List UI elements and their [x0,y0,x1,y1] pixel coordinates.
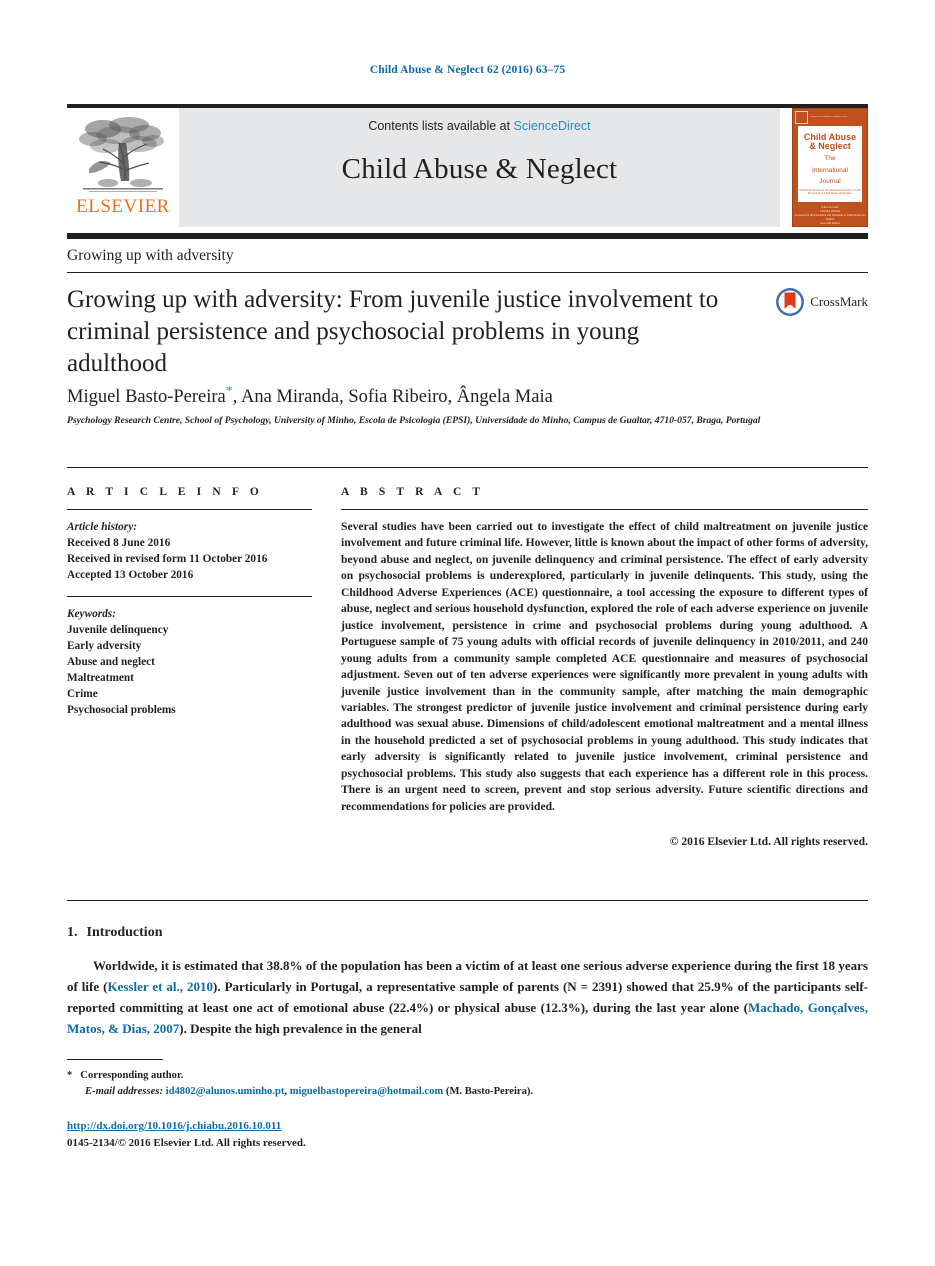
introduction-number: 1. [67,925,78,940]
email-note: E-mail addresses: id4802@alunos.uminho.p… [67,1084,807,1100]
citation-link-kessler[interactable]: Kessler et al., 2010 [107,979,213,994]
cover-volume-text: Volume 62 Number 1 January 2016 [810,115,847,118]
corresponding-author-marker[interactable]: * [226,384,233,399]
crossmark-label: CrossMark [810,294,868,309]
email-label: E-mail addresses: [85,1085,163,1097]
abstract-heading: A B S T R A C T [341,486,485,498]
email-owner: (M. Basto-Pereira). [443,1085,534,1097]
keyword-item: Juvenile delinquency [67,624,169,637]
keywords-label: Keywords: [67,608,116,621]
body-top-rule [67,900,868,901]
keyword-item: Maltreatment [67,672,134,685]
masthead-center: Contents lists available at ScienceDirec… [179,108,780,227]
section-divider-thick [67,233,868,239]
author-first: Miguel Basto-Pereira [67,387,226,408]
journal-article-page: Child Abuse & Neglect 62 (2016) 63–75 EL… [0,0,935,1266]
footnote-divider [67,1059,163,1060]
intro-text-part: ). Despite the high prevalence in the ge… [179,1021,422,1037]
keyword-item: Crime [67,688,98,701]
article-history-item: Accepted 13 October 2016 [67,569,194,582]
cover-subtitle-line2: International [812,166,848,174]
article-history-label: Article history: [67,521,137,533]
introduction-label: Introduction [86,925,163,940]
crossmark-badge[interactable]: CrossMark [775,287,868,317]
email-link-primary[interactable]: id4802@alunos.uminho.pt [166,1086,285,1097]
article-section-label: Growing up with adversity [67,247,234,264]
abstract-copyright: © 2016 Elsevier Ltd. All rights reserved… [669,835,868,849]
contents-prefix: Contents lists available at [368,119,514,133]
cover-micro-line: Official Publication of the Internationa… [799,188,861,196]
elsevier-wordmark: ELSEVIER [76,196,170,217]
elsevier-tree-icon [79,117,164,192]
introduction-heading: 1. Introduction [67,925,162,941]
issn-copyright-line: 0145-2134/© 2016 Elsevier Ltd. All right… [67,1137,306,1150]
footnote-star: * [67,1070,73,1081]
crossmark-icon [776,288,805,316]
abstract-column: A B S T R A C T Several studies have bee… [341,486,868,848]
authors-remaining: , Ana Miranda, Sofia Ribeiro, Ângela Mai… [232,387,553,408]
article-info-heading-rule [67,509,312,510]
abstract-text: Several studies have been carried out to… [341,520,868,813]
cover-subtitle-line3: Journal [819,177,841,185]
keyword-item: Abuse and neglect [67,656,155,669]
article-info-column: A R T I C L E I N F O Article history: R… [67,486,312,718]
running-head: Child Abuse & Neglect 62 (2016) 63–75 [369,64,566,76]
keyword-item: Psychosocial problems [67,704,176,717]
elsevier-logo: ELSEVIER [67,108,179,227]
abstract-top-rule [67,467,868,468]
journal-title: Child Abuse & Neglect [341,153,618,185]
author-list: Miguel Basto-Pereira*, Ana Miranda, Sofi… [67,384,553,408]
cover-elsevier-mark [795,110,808,124]
page-title: Growing up with adversity: From juvenile… [67,286,719,377]
article-info-heading: A R T I C L E I N F O [67,486,263,498]
cover-footer: Editor-in-Chief Christine Wekerle A Jour… [793,206,867,227]
contents-lists-line: Contents lists available at ScienceDirec… [368,119,590,133]
cover-title-panel: Child Abuse & Neglect The International … [798,126,862,202]
abstract-heading-rule [341,509,868,510]
journal-cover-thumbnail[interactable]: Volume 62 Number 1 January 2016 Child Ab… [792,108,868,227]
journal-masthead: ELSEVIER Contents lists available at Sci… [67,108,868,227]
cover-subtitle-line1: The [824,155,836,163]
footnote-block: * Corresponding author. E-mail addresses:… [67,1068,807,1100]
cover-title-line2: & Neglect [809,140,851,151]
introduction-paragraph: Worldwide, it is estimated that 38.8% of… [67,955,868,1039]
sciencedirect-link[interactable]: ScienceDirect [514,119,591,133]
article-history-item: Received in revised form 11 October 2016 [67,553,268,566]
cover-footer-line5: ELSEVIER [793,226,867,227]
author-affiliation: Psychology Research Centre, School of Ps… [67,415,761,426]
corresponding-author-text: Corresponding author. [80,1070,184,1081]
article-history-group: Article history: Received 8 June 2016 Re… [67,519,312,583]
email-link-secondary[interactable]: miguelbastopereira@hotmail.com [290,1086,444,1097]
article-info-divider [67,596,312,598]
cover-top-strip: Volume 62 Number 1 January 2016 [793,109,867,125]
cover-footer-line3: A Journal for the Prevention and Treatme… [794,213,866,221]
corresponding-author-note: * Corresponding author. [67,1068,807,1084]
title-top-rule [67,272,868,273]
keywords-group: Keywords: Juvenile delinquency Early adv… [67,606,312,718]
doi-block: http://dx.doi.org/10.1016/j.chiabu.2016.… [67,1118,306,1152]
article-history-item: Received 8 June 2016 [67,537,171,550]
title-block: Growing up with adversity: From juvenile… [67,284,727,379]
keyword-item: Early adversity [67,640,142,653]
doi-link[interactable]: http://dx.doi.org/10.1016/j.chiabu.2016.… [67,1118,306,1135]
